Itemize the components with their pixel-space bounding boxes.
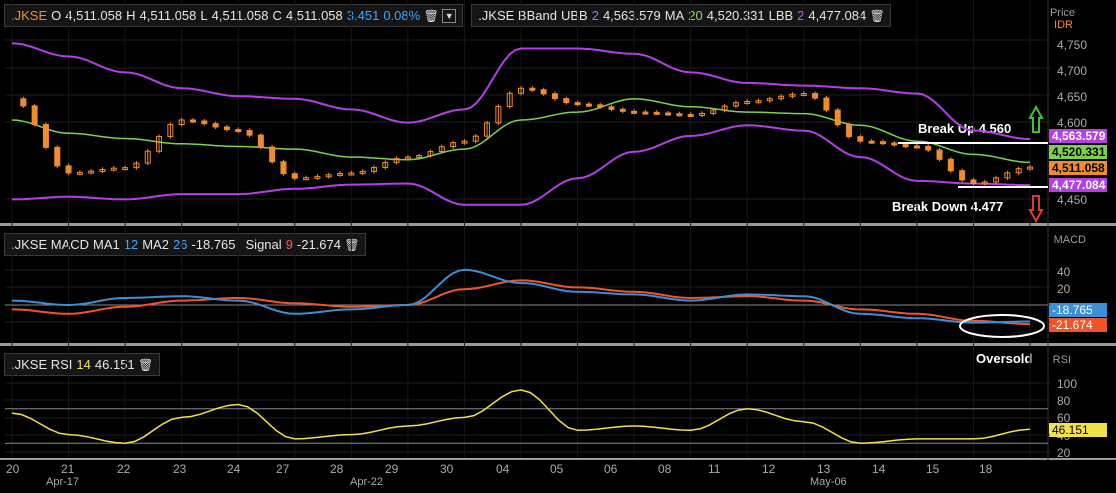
oversold-ellipse bbox=[959, 314, 1045, 338]
candle-body bbox=[631, 110, 638, 114]
candle-body bbox=[291, 173, 298, 179]
candle-body bbox=[31, 105, 38, 125]
candle-body bbox=[823, 97, 830, 111]
candle-body bbox=[574, 102, 581, 106]
candle-body bbox=[665, 112, 672, 116]
chart-canvas[interactable] bbox=[0, 0, 1116, 493]
candle-body bbox=[891, 142, 898, 146]
candle-body bbox=[269, 146, 276, 163]
candle-body bbox=[212, 123, 219, 128]
candle-body bbox=[687, 113, 694, 117]
candle-body bbox=[619, 108, 626, 112]
candle-body bbox=[676, 113, 683, 117]
candle-body bbox=[551, 93, 558, 100]
candle-body bbox=[936, 149, 943, 160]
candle-body bbox=[20, 98, 27, 107]
candle-body bbox=[834, 109, 841, 126]
candle-body bbox=[947, 158, 954, 172]
candle-body bbox=[913, 145, 920, 149]
candle-body bbox=[879, 141, 886, 145]
candle-body bbox=[42, 123, 49, 148]
up-arrow-icon bbox=[1028, 104, 1044, 133]
candle-body bbox=[868, 140, 875, 144]
candle-body bbox=[925, 145, 932, 151]
candle-body bbox=[653, 111, 660, 115]
candle-body bbox=[597, 104, 604, 108]
candle-body bbox=[812, 93, 819, 99]
candle-body bbox=[540, 89, 547, 95]
candle-body bbox=[529, 87, 536, 91]
candle-body bbox=[846, 124, 853, 138]
candle-body bbox=[201, 120, 208, 125]
candle-body bbox=[280, 161, 287, 175]
candle-body bbox=[563, 98, 570, 104]
candle-body bbox=[189, 119, 196, 123]
candle-body bbox=[642, 111, 649, 115]
down-arrow-icon bbox=[1028, 195, 1044, 224]
candle-body bbox=[223, 126, 230, 131]
candle-body bbox=[54, 146, 61, 167]
candle-body bbox=[585, 103, 592, 107]
candle-body bbox=[65, 165, 72, 174]
candle-body bbox=[970, 179, 977, 185]
candle-body bbox=[235, 129, 242, 133]
candle-body bbox=[608, 106, 615, 110]
candle-body bbox=[959, 170, 966, 181]
candle-body bbox=[857, 136, 864, 142]
candle-body bbox=[257, 134, 264, 148]
candle-body bbox=[246, 130, 253, 136]
candle-body bbox=[902, 144, 909, 148]
